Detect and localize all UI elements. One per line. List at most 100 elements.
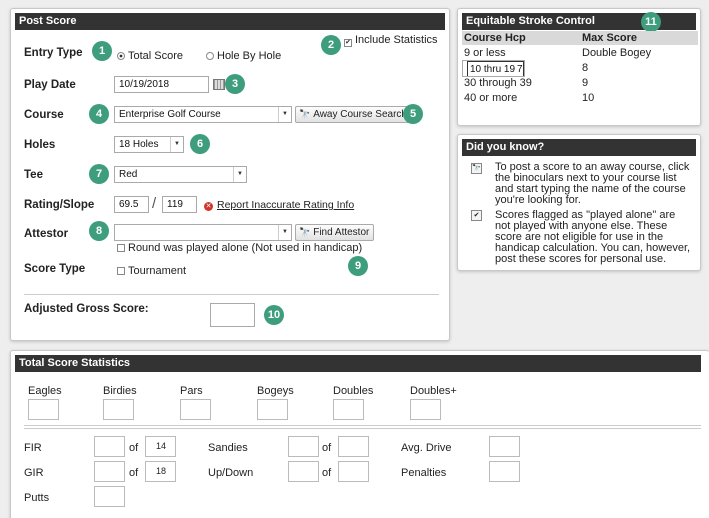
score-type-label: Score Type — [24, 263, 86, 275]
entry-type-label: Entry Type — [24, 47, 83, 59]
putts-label: Putts — [24, 492, 50, 504]
table-cell: 8 — [582, 61, 589, 74]
esc-header-row: Course Hcp Max Score — [462, 31, 698, 45]
tournament-checkbox[interactable]: Tournament — [117, 265, 186, 277]
badge-8: 8 — [89, 221, 109, 241]
tip-away-course: To post a score to an away course, click… — [495, 162, 689, 206]
checkbox-empty-icon — [117, 267, 125, 275]
total-score-radio[interactable]: Total Score — [117, 50, 183, 62]
post-score-header: Post Score — [15, 13, 445, 30]
attestor-label: Attestor — [24, 228, 69, 240]
radio-selected-icon — [117, 52, 125, 60]
doubles-plus-input[interactable] — [410, 399, 441, 420]
pars-label: Pars — [180, 385, 203, 397]
holes-select[interactable]: 18 Holes ▼ — [114, 136, 184, 153]
penalties-label: Penalties — [401, 467, 447, 479]
played-alone-checkbox[interactable]: Round was played alone (Not used in hand… — [117, 242, 362, 254]
badge-7: 7 — [89, 164, 109, 184]
table-row: 9 or less Double Bogey — [462, 45, 698, 60]
eagles-label: Eagles — [28, 385, 62, 397]
sandies-input[interactable] — [288, 436, 319, 457]
did-you-know-header: Did you know? — [462, 139, 696, 156]
table-cell: 7 — [515, 61, 524, 76]
putts-input[interactable] — [94, 486, 125, 507]
include-statistics-checkbox[interactable]: ✔ Include Statistics — [344, 34, 438, 47]
report-inaccurate-rating-link[interactable]: ✕ Report Inaccurate Rating Info — [204, 199, 354, 211]
bogeys-label: Bogeys — [257, 385, 294, 397]
binoculars-icon: 🔭 — [471, 163, 482, 174]
penalties-input[interactable] — [489, 461, 520, 482]
tip-line: you're looking for. — [495, 194, 581, 206]
bogeys-input[interactable] — [257, 399, 288, 420]
tip-played-alone: Scores flagged as "played alone" are not… — [495, 210, 690, 265]
rating-input[interactable]: 69.5 — [114, 196, 149, 213]
chevron-down-icon: ▼ — [278, 225, 291, 240]
badge-10: 10 — [264, 305, 284, 325]
table-cell: 10 — [582, 91, 595, 104]
error-icon: ✕ — [204, 202, 213, 211]
pars-input[interactable] — [180, 399, 211, 420]
table-cell: 9 — [582, 76, 589, 89]
slope-input[interactable]: 119 — [162, 196, 197, 213]
calendar-icon[interactable] — [213, 79, 225, 90]
doubles-input[interactable] — [333, 399, 364, 420]
find-attestor-button[interactable]: 🔭 Find Attestor — [295, 224, 375, 241]
divider — [24, 428, 701, 429]
attestor-select[interactable]: ▼ — [114, 224, 292, 241]
badge-6: 6 — [190, 134, 210, 154]
badge-1: 1 — [92, 41, 112, 61]
eagles-input[interactable] — [28, 399, 59, 420]
divider — [24, 425, 701, 426]
table-cell: 30 through 39 — [464, 76, 532, 89]
chevron-down-icon: ▼ — [278, 107, 291, 122]
tee-select[interactable]: Red ▼ — [114, 166, 247, 183]
badge-2: 2 — [321, 35, 341, 55]
play-date-label: Play Date — [24, 79, 76, 91]
badge-5: 5 — [403, 104, 423, 124]
play-date-input[interactable]: 10/19/2018 — [114, 76, 209, 93]
stats-header: Total Score Statistics — [15, 355, 701, 372]
table-row: 30 through 39 9 — [462, 75, 698, 90]
adjusted-gross-input[interactable] — [210, 303, 255, 327]
of-label: of — [129, 467, 139, 479]
badge-3: 3 — [225, 74, 245, 94]
max-score-header: Max Score — [580, 31, 698, 45]
chevron-down-icon: ▼ — [170, 137, 183, 152]
up-down-input[interactable] — [288, 461, 319, 482]
course-select[interactable]: Enterprise Golf Course ▼ — [114, 106, 292, 123]
hole-by-hole-radio[interactable]: Hole By Hole — [206, 50, 281, 62]
up-down-label: Up/Down — [208, 467, 254, 479]
badge-9: 9 — [348, 256, 368, 276]
tip-line: post these scores for personal use. — [495, 253, 667, 265]
rating-slope-separator: / — [152, 195, 157, 212]
doubles-plus-label: Doubles+ — [410, 385, 457, 397]
fir-input[interactable] — [94, 436, 125, 457]
rating-slope-label: Rating/Slope — [24, 199, 95, 211]
avg-drive-input[interactable] — [489, 436, 520, 457]
of-label: of — [322, 442, 332, 454]
table-row-selected: 10 thru 19 7 — [462, 60, 525, 77]
of-label: of — [322, 467, 332, 479]
sandies-label: Sandies — [208, 442, 248, 454]
course-label: Course — [24, 109, 64, 121]
birdies-label: Birdies — [103, 385, 137, 397]
tee-label: Tee — [24, 169, 43, 181]
of-label: of — [129, 442, 139, 454]
esc-table: Course Hcp Max Score 9 or less Double Bog… — [462, 31, 698, 105]
table-cell: 10 thru 19 — [467, 61, 516, 76]
binoculars-icon: 🔭 — [299, 109, 311, 119]
gir-input[interactable] — [94, 461, 125, 482]
birdies-input[interactable] — [103, 399, 134, 420]
away-course-search-button[interactable]: 🔭 Away Course Search — [295, 106, 412, 123]
adjusted-gross-label: Adjusted Gross Score: — [24, 303, 149, 315]
checkbox-empty-icon — [117, 244, 125, 252]
up-down-total-input[interactable] — [338, 461, 369, 482]
did-you-know-panel: Did you know? 🔭 To post a score to an aw… — [457, 134, 701, 271]
stats-panel: Total Score Statistics Eagles Birdies Pa… — [10, 350, 709, 518]
binoculars-icon: 🔭 — [299, 227, 311, 237]
doubles-label: Doubles — [333, 385, 374, 397]
radio-empty-icon — [206, 52, 214, 60]
table-row: 40 or more 10 — [462, 90, 698, 105]
divider — [24, 294, 439, 295]
sandies-total-input[interactable] — [338, 436, 369, 457]
